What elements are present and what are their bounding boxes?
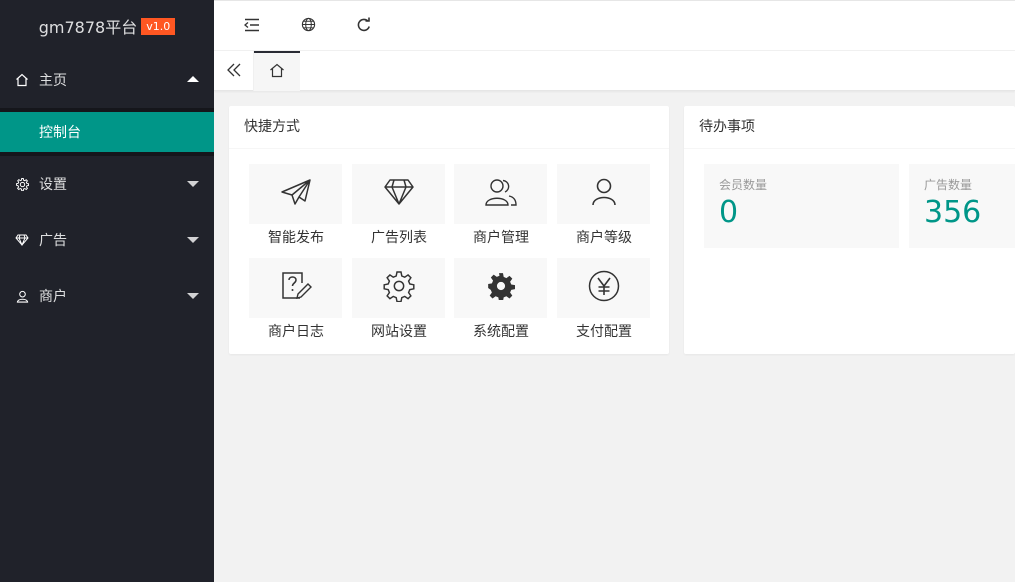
double-chevron-left-icon xyxy=(226,62,242,81)
sidebar-item-label: 设置 xyxy=(39,177,67,193)
stat-member-count[interactable]: 会员数量 0 xyxy=(704,164,899,248)
brand-name: gm7878平台 xyxy=(38,18,138,37)
refresh-icon xyxy=(356,17,372,37)
todo-card: 待办事项 会员数量 0 广告数量 356 xyxy=(684,106,1015,354)
shortcut-label: 广告列表 xyxy=(371,230,427,246)
tab-scroll-left-button[interactable] xyxy=(214,51,254,91)
stat-value: 0 xyxy=(719,195,739,230)
stat-label: 会员数量 xyxy=(719,178,768,192)
users-icon xyxy=(484,177,518,211)
stat-ad-count[interactable]: 广告数量 356 xyxy=(909,164,1015,248)
shortcut-label: 商户管理 xyxy=(473,230,529,246)
question-edit-icon xyxy=(280,271,312,305)
sidebar: gm7878平台 v1.0 主页 控制台 设置 广告 商户 xyxy=(0,0,214,582)
refresh-button[interactable] xyxy=(336,1,392,52)
user-icon xyxy=(14,288,30,304)
shortcut-system-config[interactable]: 系统配置 xyxy=(454,258,548,340)
shrink-menu-icon xyxy=(243,17,260,36)
stat-label: 广告数量 xyxy=(924,178,973,192)
shortcut-ad-list[interactable]: 广告列表 xyxy=(352,164,446,246)
sidebar-item-merchant[interactable]: 商户 xyxy=(0,268,214,324)
shrink-menu-button[interactable] xyxy=(224,1,280,52)
gear-icon xyxy=(14,176,30,192)
yen-circle-icon xyxy=(588,270,620,306)
shortcut-label: 网站设置 xyxy=(371,324,427,340)
sidebar-submenu-home: 控制台 xyxy=(0,108,214,156)
chevron-up-icon xyxy=(187,76,199,82)
shortcut-site-settings[interactable]: 网站设置 xyxy=(352,258,446,340)
version-badge: v1.0 xyxy=(141,17,176,35)
shortcut-label: 系统配置 xyxy=(473,324,529,340)
home-icon xyxy=(14,72,30,88)
sidebar-item-console[interactable]: 控制台 xyxy=(0,112,214,152)
sidebar-item-label: 控制台 xyxy=(39,125,81,141)
shortcut-label: 智能发布 xyxy=(268,230,324,246)
stat-value: 356 xyxy=(924,195,982,230)
shortcut-merchant-manage[interactable]: 商户管理 xyxy=(454,164,548,246)
top-header xyxy=(214,0,1015,51)
sidebar-item-settings[interactable]: 设置 xyxy=(0,156,214,212)
home-icon xyxy=(269,63,285,82)
user-icon xyxy=(590,177,618,211)
paper-plane-icon xyxy=(280,178,312,210)
tab-home[interactable] xyxy=(254,51,300,91)
shortcut-merchant-level[interactable]: 商户等级 xyxy=(557,164,651,246)
chevron-down-icon xyxy=(187,181,199,187)
chevron-down-icon xyxy=(187,293,199,299)
shortcut-merchant-log[interactable]: 商户日志 xyxy=(249,258,343,340)
globe-icon xyxy=(301,17,316,36)
shortcut-label: 商户日志 xyxy=(268,324,324,340)
website-button[interactable] xyxy=(280,1,336,52)
card-title: 快捷方式 xyxy=(229,106,669,149)
sidebar-item-label: 主页 xyxy=(39,73,67,89)
diamond-icon xyxy=(14,232,30,248)
gear-filled-icon xyxy=(487,272,515,304)
card-title: 待办事项 xyxy=(684,106,1015,149)
shortcut-payment-config[interactable]: 支付配置 xyxy=(557,258,651,340)
sidebar-item-home[interactable]: 主页 xyxy=(0,52,214,108)
shortcut-label: 支付配置 xyxy=(576,324,632,340)
sidebar-item-ads[interactable]: 广告 xyxy=(0,212,214,268)
tab-bar xyxy=(214,51,1015,91)
sidebar-item-label: 广告 xyxy=(39,233,67,249)
chevron-down-icon xyxy=(187,237,199,243)
shortcuts-card: 快捷方式 智能发布 广告列表 商户管理 商户等级 商户日志 网站设置 系统配置 … xyxy=(229,106,669,354)
gear-outline-icon xyxy=(382,270,415,306)
shortcut-label: 商户等级 xyxy=(576,230,632,246)
sidebar-item-label: 商户 xyxy=(39,289,67,305)
diamond-icon xyxy=(383,178,415,210)
shortcut-smart-publish[interactable]: 智能发布 xyxy=(249,164,343,246)
brand-logo: gm7878平台 v1.0 xyxy=(0,0,214,52)
